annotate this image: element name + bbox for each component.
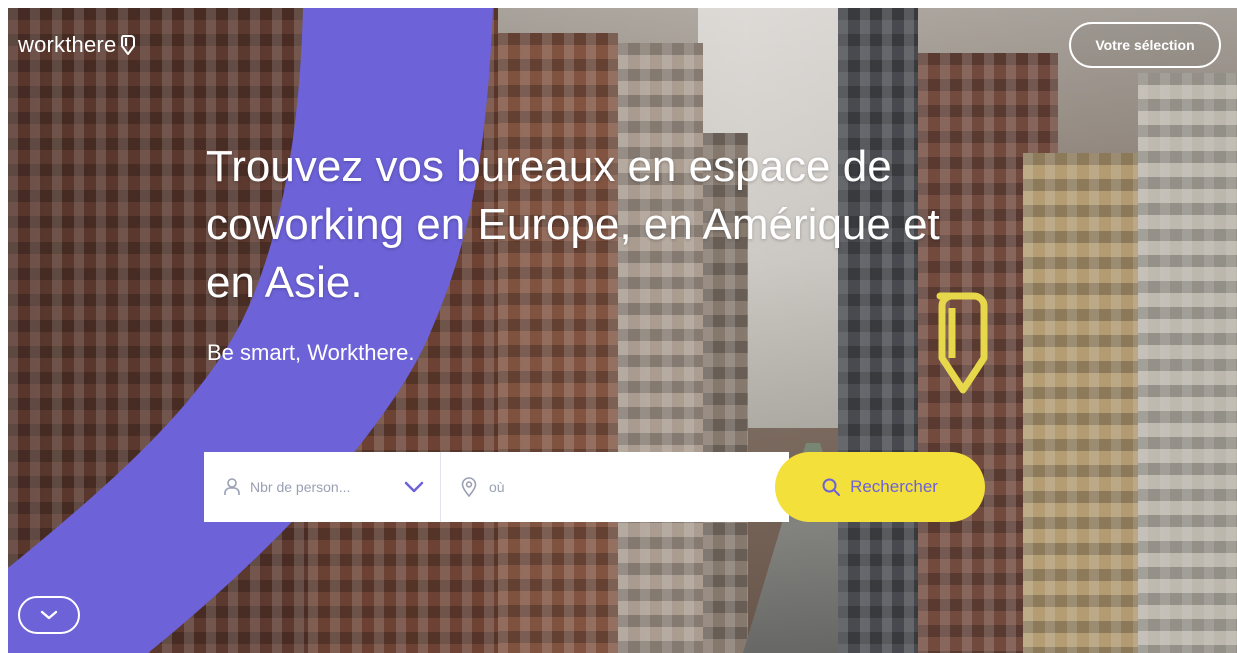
search-icon <box>822 478 841 496</box>
hero-headline: Trouvez vos bureaux en espace de coworki… <box>206 142 940 307</box>
people-count-placeholder: Nbr de person... <box>250 479 351 495</box>
chevron-down-icon <box>404 481 424 493</box>
search-button[interactable]: Rechercher <box>775 452 985 522</box>
scroll-down-button[interactable] <box>18 596 80 634</box>
search-button-label: Rechercher <box>850 477 938 496</box>
location-input[interactable] <box>487 478 731 496</box>
workthere-logo[interactable]: workthere <box>18 32 136 58</box>
logo-text: workthere <box>18 32 117 57</box>
map-pin-icon <box>461 477 477 497</box>
people-count-select[interactable]: Nbr de person... <box>204 452 441 522</box>
hero-section <box>8 8 1237 653</box>
your-selection-button[interactable]: Votre sélection <box>1069 22 1221 68</box>
chevron-down-icon <box>40 610 58 620</box>
hero-tagline: Be smart, Workthere. <box>207 340 415 365</box>
person-icon <box>224 478 240 495</box>
search-bar: Nbr de person... Rechercher <box>204 452 994 522</box>
workthere-pin-icon <box>936 292 988 394</box>
workthere-pin-icon <box>121 35 136 55</box>
purple-swoosh-shape <box>8 8 493 653</box>
location-field[interactable] <box>441 452 789 522</box>
